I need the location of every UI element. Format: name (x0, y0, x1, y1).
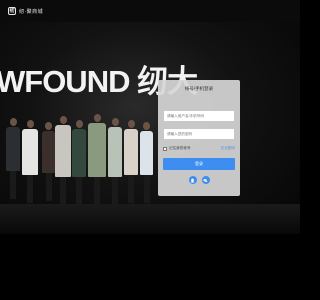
social-login-row (163, 176, 235, 184)
qq-login-button[interactable] (188, 176, 197, 184)
remember-checkbox[interactable] (163, 146, 167, 151)
runway-model (88, 114, 106, 205)
runway-model (22, 120, 38, 203)
footer (0, 234, 300, 300)
site-logo[interactable]: 纫 纫·聚商城 (8, 7, 43, 15)
runway-floor (0, 204, 300, 234)
runway-model (124, 120, 138, 203)
wechat-icon (203, 178, 208, 182)
remember-me[interactable]: 记住我的帐号 (163, 146, 191, 151)
runway-model (140, 122, 153, 203)
qq-icon (190, 178, 195, 183)
login-options: 记住我的帐号 忘记密码 (163, 146, 235, 151)
username-input[interactable] (163, 110, 235, 122)
runway-model (6, 118, 20, 199)
login-title: 帐号/手机登录 (184, 86, 214, 91)
password-input[interactable] (163, 128, 235, 140)
logo-text: 纫·聚商城 (19, 8, 44, 15)
logo-icon: 纫 (8, 7, 16, 15)
login-button[interactable]: 登录 (163, 158, 235, 170)
hero-banner: WFOUND 纫大 帐号/手机登录 记住我的帐号 忘记密码 (0, 22, 300, 234)
runway-model (72, 120, 86, 205)
top-bar: 纫 纫·聚商城 (0, 0, 300, 22)
remember-label: 记住我的帐号 (169, 146, 191, 150)
wechat-login-button[interactable] (201, 176, 210, 184)
runway-model (42, 122, 55, 201)
login-panel: 帐号/手机登录 记住我的帐号 忘记密码 登录 (158, 80, 240, 196)
runway-model (108, 118, 122, 205)
runway-model (55, 116, 71, 205)
forgot-password-link[interactable]: 忘记密码 (221, 146, 235, 151)
